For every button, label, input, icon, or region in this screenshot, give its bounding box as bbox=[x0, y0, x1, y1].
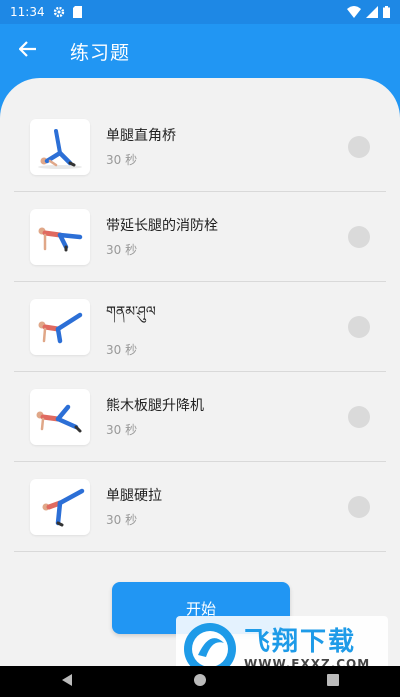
exercise-thumbnail bbox=[30, 118, 90, 175]
exercise-duration: 30 秒 bbox=[106, 153, 138, 167]
exercise-select-radio[interactable] bbox=[348, 405, 370, 428]
nav-recents-button[interactable] bbox=[313, 666, 353, 697]
exercise-item-single-leg-deadlift[interactable]: 单腿硬拉 30 秒 bbox=[14, 462, 386, 552]
nav-home-button[interactable] bbox=[180, 666, 220, 697]
settings-icon bbox=[53, 6, 65, 18]
exercise-card: 单腿直角桥 30 秒 带延长腿的消防栓 30 秒 གནམ་ཤུལ 30 秒 熊木… bbox=[0, 78, 400, 666]
back-triangle-icon bbox=[60, 672, 74, 691]
exercise-item-third[interactable]: གནམ་ཤུལ 30 秒 bbox=[14, 282, 386, 372]
exercise-duration: 30 秒 bbox=[106, 243, 138, 257]
exercise-name: གནམ་ཤུལ bbox=[106, 304, 156, 320]
exercise-duration: 30 秒 bbox=[106, 513, 138, 527]
exercise-list: 单腿直角桥 30 秒 带延长腿的消防栓 30 秒 གནམ་ཤུལ 30 秒 熊木… bbox=[14, 102, 386, 552]
exercise-name: 单腿直角桥 bbox=[106, 128, 176, 144]
battery-icon bbox=[383, 6, 390, 18]
status-time: 11:34 bbox=[10, 5, 45, 19]
exercise-select-radio[interactable] bbox=[348, 495, 370, 518]
back-button[interactable] bbox=[0, 24, 56, 78]
exercise-select-radio[interactable] bbox=[348, 225, 370, 248]
watermark-title: 飞翔下载 bbox=[244, 627, 357, 657]
exercise-thumbnail bbox=[30, 388, 90, 445]
exercise-name: 带延长腿的消防栓 bbox=[106, 218, 218, 234]
exercise-name: 熊木板腿升降机 bbox=[106, 398, 204, 414]
wifi-icon bbox=[347, 6, 361, 18]
exercise-item-single-leg-bridge[interactable]: 单腿直角桥 30 秒 bbox=[14, 102, 386, 192]
home-circle-icon bbox=[193, 672, 207, 691]
exercise-select-radio[interactable] bbox=[348, 315, 370, 338]
sd-card-icon bbox=[72, 6, 82, 18]
exercise-name: 单腿硬拉 bbox=[106, 488, 162, 504]
exercise-select-radio[interactable] bbox=[348, 135, 370, 158]
exercise-duration: 30 秒 bbox=[106, 423, 138, 437]
app-bar: 练习题 bbox=[0, 24, 400, 78]
page-title: 练习题 bbox=[70, 41, 131, 64]
signal-icon bbox=[366, 6, 378, 18]
system-nav-bar bbox=[0, 666, 400, 697]
recents-square-icon bbox=[326, 672, 340, 691]
exercise-thumbnail bbox=[30, 208, 90, 265]
exercise-thumbnail bbox=[30, 478, 90, 535]
exercise-duration: 30 秒 bbox=[106, 343, 138, 357]
exercise-item-bear-plank-leg-lift[interactable]: 熊木板腿升降机 30 秒 bbox=[14, 372, 386, 462]
nav-back-button[interactable] bbox=[47, 666, 87, 697]
status-bar: 11:34 bbox=[0, 0, 400, 24]
exercise-thumbnail bbox=[30, 298, 90, 355]
arrow-left-icon bbox=[18, 41, 37, 61]
exercise-item-fire-hydrant-extension[interactable]: 带延长腿的消防栓 30 秒 bbox=[14, 192, 386, 282]
